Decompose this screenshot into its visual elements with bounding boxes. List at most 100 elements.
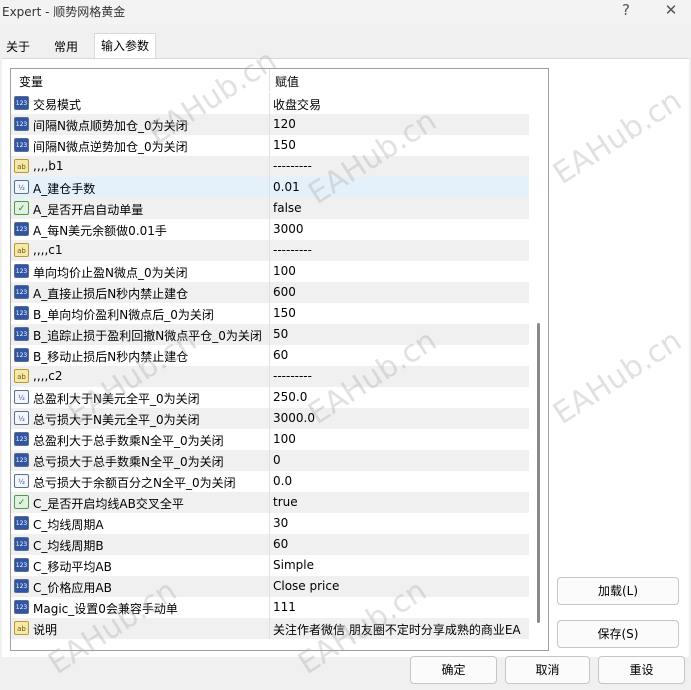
- column-separator: [269, 345, 270, 366]
- parameter-value[interactable]: 3000: [273, 222, 304, 236]
- table-row[interactable]: ab ,,,,c2 ---------: [11, 366, 529, 387]
- string-type-icon: ab: [14, 159, 29, 173]
- parameter-value[interactable]: ---------: [273, 243, 312, 257]
- column-header-value[interactable]: 赋值: [275, 73, 299, 90]
- vertical-scrollbar[interactable]: [531, 69, 547, 650]
- table-row[interactable]: ab 说明 关注作者微信 朋友圈不定时分享成熟的商业EA: [11, 618, 529, 639]
- table-row[interactable]: 123 C_价格应用AB Close price: [11, 576, 529, 597]
- load-button[interactable]: 加载(L): [557, 577, 679, 605]
- cancel-button[interactable]: 取消: [505, 656, 590, 684]
- parameter-value[interactable]: ---------: [273, 159, 312, 173]
- parameter-name: C_移动平均AB: [33, 560, 112, 574]
- save-button[interactable]: 保存(S): [557, 620, 679, 648]
- string-type-icon: ab: [14, 369, 29, 383]
- integer-type-icon: 123: [14, 453, 29, 467]
- table-row[interactable]: ½ A_建仓手数 0.01: [11, 177, 529, 198]
- table-row[interactable]: ½ 总亏损大于余额百分之N全平_0为关闭 0.0: [11, 471, 529, 492]
- parameter-value[interactable]: 0.0: [273, 474, 292, 488]
- table-row[interactable]: 123 单向均价止盈N微点_0为关闭 100: [11, 261, 529, 282]
- integer-type-icon: 123: [14, 96, 29, 110]
- tab-inputs[interactable]: 输入参数: [94, 33, 157, 59]
- parameter-name: 间隔N微点顺势加仓_0为关闭: [33, 119, 188, 133]
- column-separator: [269, 618, 270, 639]
- parameter-name: 总盈利大于N美元全平_0为关闭: [33, 392, 200, 406]
- column-separator: [269, 93, 270, 114]
- parameter-value[interactable]: true: [273, 495, 298, 509]
- table-row[interactable]: ✓ A_是否开启自动单量 false: [11, 198, 529, 219]
- parameter-value[interactable]: 3000.0: [273, 411, 315, 425]
- parameter-value[interactable]: 60: [273, 348, 288, 362]
- help-button[interactable]: ?: [611, 0, 641, 22]
- parameter-name: C_是否开启均线AB交叉全平: [33, 497, 184, 511]
- table-row[interactable]: 123 B_移动止损后N秒内禁止建仓 60: [11, 345, 529, 366]
- ok-button[interactable]: 确定: [410, 656, 497, 684]
- column-separator: [269, 240, 270, 261]
- table-row[interactable]: 123 总盈利大于总手数乘N全平_0为关闭 100: [11, 429, 529, 450]
- parameter-name: 单向均价止盈N微点_0为关闭: [33, 266, 188, 280]
- table-row[interactable]: 123 Magic_设置0会兼容手动单 111: [11, 597, 529, 618]
- parameter-value[interactable]: 150: [273, 306, 296, 320]
- table-row[interactable]: 123 间隔N微点顺势加仓_0为关闭 120: [11, 114, 529, 135]
- parameter-name: A_直接止损后N秒内禁止建仓: [33, 287, 189, 301]
- parameter-value[interactable]: 150: [273, 138, 296, 152]
- table-row[interactable]: 123 交易模式 收盘交易: [11, 93, 529, 114]
- string-type-icon: ab: [14, 243, 29, 257]
- parameter-name: 交易模式: [33, 98, 82, 112]
- table-row[interactable]: 123 B_追踪止损于盈利回撤N微点平仓_0为关闭 50: [11, 324, 529, 345]
- parameter-value[interactable]: 100: [273, 432, 296, 446]
- table-row[interactable]: 123 A_直接止损后N秒内禁止建仓 600: [11, 282, 529, 303]
- parameter-name: 总亏损大于总手数乘N全平_0为关闭: [33, 455, 224, 469]
- column-separator: [269, 450, 270, 471]
- column-separator: [269, 219, 270, 240]
- table-row[interactable]: ab ,,,,b1 ---------: [11, 156, 529, 177]
- parameter-name: A_建仓手数: [33, 182, 96, 196]
- integer-type-icon: 123: [14, 264, 29, 278]
- parameter-value[interactable]: 关注作者微信 朋友圈不定时分享成熟的商业EA: [273, 621, 521, 638]
- column-separator: [269, 429, 270, 450]
- parameter-value[interactable]: Close price: [273, 579, 339, 593]
- table-row[interactable]: ✓ C_是否开启均线AB交叉全平 true: [11, 492, 529, 513]
- parameter-value[interactable]: 100: [273, 264, 296, 278]
- reset-button[interactable]: 重设: [598, 656, 685, 684]
- close-button[interactable]: ✕: [656, 0, 686, 22]
- table-row[interactable]: ab ,,,,c1 ---------: [11, 240, 529, 261]
- table-row[interactable]: 123 B_单向均价盈利N微点后_0为关闭 150: [11, 303, 529, 324]
- table-row[interactable]: 123 A_每N美元余额做0.01手 3000: [11, 219, 529, 240]
- parameter-value[interactable]: 600: [273, 285, 296, 299]
- parameter-value[interactable]: 0: [273, 453, 281, 467]
- table-row[interactable]: 123 总亏损大于总手数乘N全平_0为关闭 0: [11, 450, 529, 471]
- parameter-value[interactable]: 120: [273, 117, 296, 131]
- column-separator: [269, 261, 270, 282]
- parameter-value[interactable]: Simple: [273, 558, 314, 572]
- column-separator: [269, 555, 270, 576]
- column-separator: [269, 534, 270, 555]
- table-row[interactable]: 123 C_均线周期B 60: [11, 534, 529, 555]
- parameter-value[interactable]: 60: [273, 537, 288, 551]
- table-row[interactable]: ½ 总盈利大于N美元全平_0为关闭 250.0: [11, 387, 529, 408]
- column-header-variable[interactable]: 变量: [19, 73, 43, 90]
- parameter-value[interactable]: 50: [273, 327, 288, 341]
- parameter-value[interactable]: false: [273, 201, 302, 215]
- integer-type-icon: 123: [14, 579, 29, 593]
- tab-about[interactable]: 关于: [0, 36, 36, 58]
- parameter-value[interactable]: 30: [273, 516, 288, 530]
- integer-type-icon: 123: [14, 285, 29, 299]
- integer-type-icon: 123: [14, 432, 29, 446]
- table-row[interactable]: 123 C_移动平均AB Simple: [11, 555, 529, 576]
- scrollbar-thumb[interactable]: [537, 323, 540, 623]
- integer-type-icon: 123: [14, 138, 29, 152]
- parameter-value[interactable]: 250.0: [273, 390, 307, 404]
- tab-common[interactable]: 常用: [48, 36, 84, 58]
- table-row[interactable]: ½ 总亏损大于N美元全平_0为关闭 3000.0: [11, 408, 529, 429]
- double-type-icon: ½: [14, 474, 29, 488]
- parameter-value[interactable]: 0.01: [273, 180, 300, 194]
- integer-type-icon: 123: [14, 537, 29, 551]
- parameter-value[interactable]: 收盘交易: [273, 96, 321, 113]
- parameters-grid: 变量 赋值 123 交易模式 收盘交易 123 间隔N微点顺势加仓_0为关闭 120 123…: [10, 68, 549, 651]
- table-row[interactable]: 123 C_均线周期A 30: [11, 513, 529, 534]
- parameter-value[interactable]: 111: [273, 600, 296, 614]
- integer-type-icon: 123: [14, 558, 29, 572]
- column-separator: [269, 156, 270, 177]
- parameter-value[interactable]: ---------: [273, 369, 312, 383]
- table-row[interactable]: 123 间隔N微点逆势加仓_0为关闭 150: [11, 135, 529, 156]
